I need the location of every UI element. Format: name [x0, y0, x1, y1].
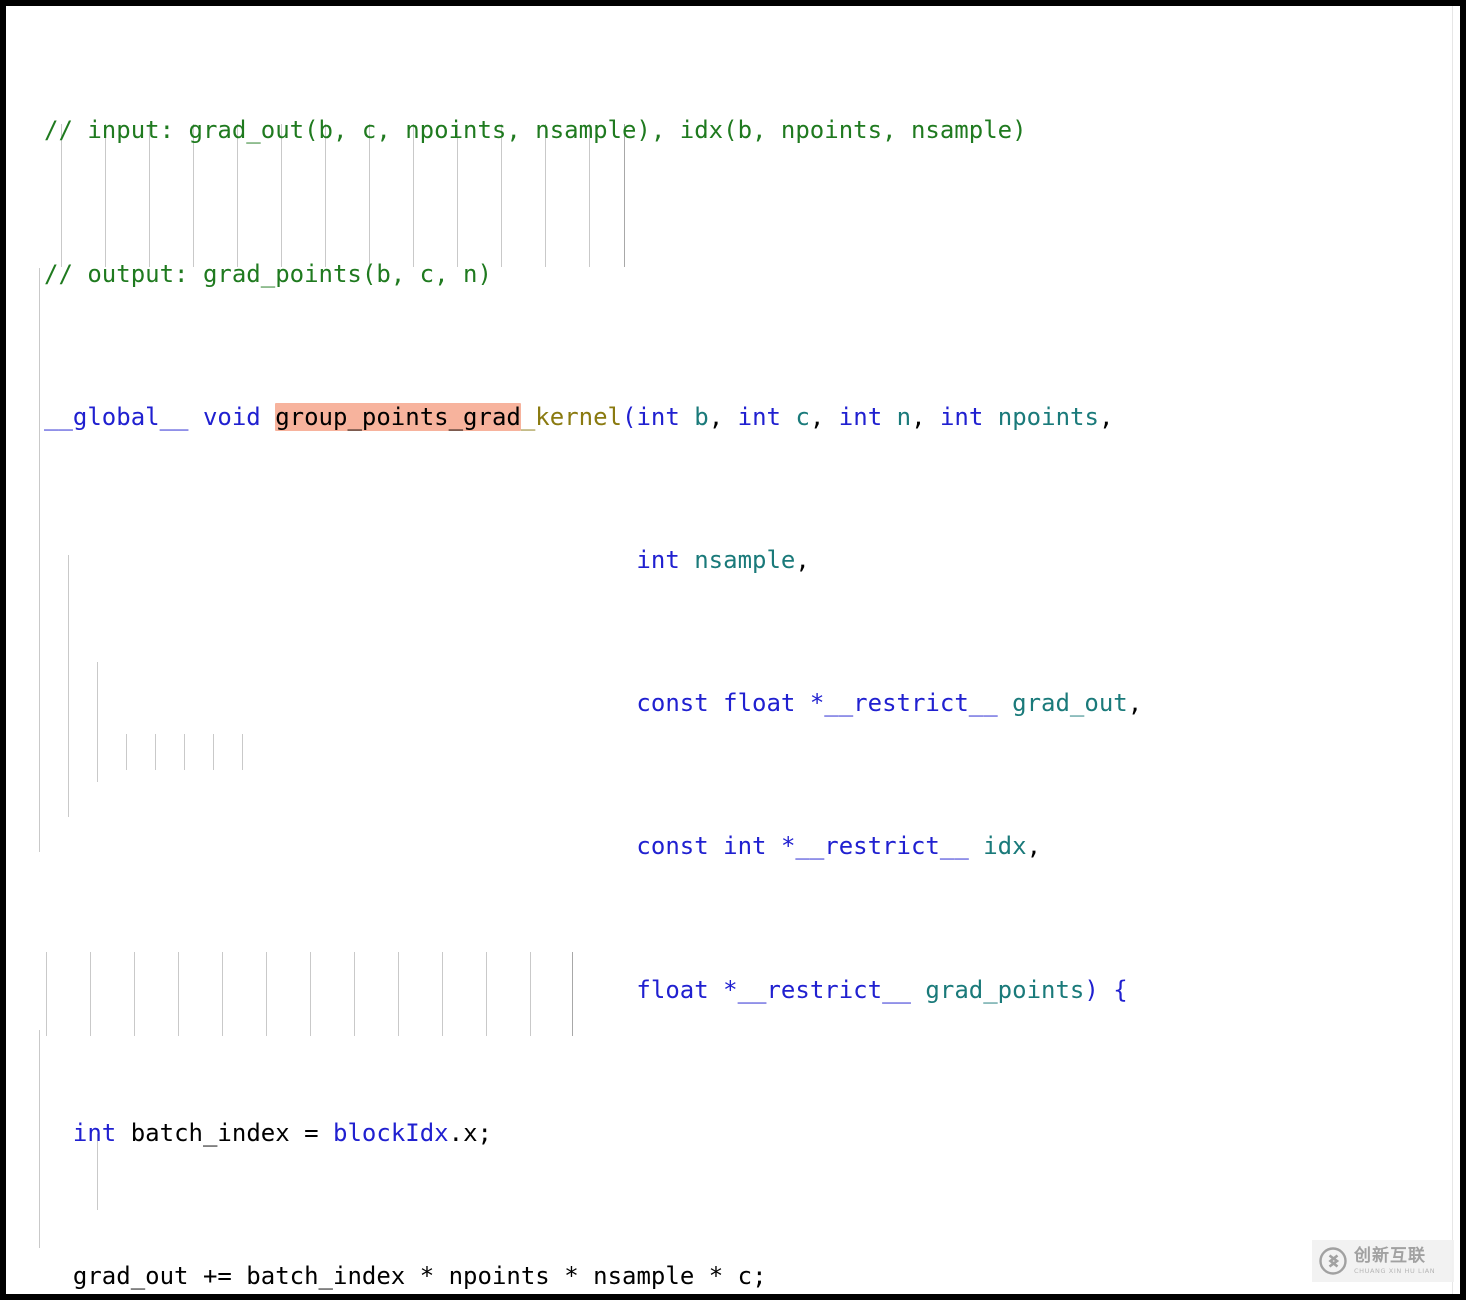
builtin-blockidx: blockIdx [333, 1118, 449, 1147]
ident-nsample: nsample [593, 1261, 695, 1290]
keyword-int: int [723, 832, 767, 861]
code-line[interactable]: int nsample, [6, 543, 1460, 579]
kernel-name-suffix: _kernel [520, 402, 622, 431]
code-line[interactable]: grad_out += batch_index * npoints * nsam… [6, 1259, 1460, 1294]
keyword-void: void [202, 402, 261, 431]
keyword-global: __global__ [44, 402, 189, 431]
keyword-const: const [636, 832, 709, 861]
watermark: 创新互联 CHUANG XIN HU LIAN [1312, 1240, 1454, 1282]
keyword-float: float [723, 689, 796, 718]
paren-open: ( [622, 402, 637, 431]
code-line[interactable]: __global__ void group_points_grad_kernel… [6, 400, 1460, 436]
keyword-const: const [636, 689, 709, 718]
code-line[interactable]: // output: grad_points(b, c, n) [6, 257, 1460, 293]
keyword-int: int [72, 1118, 117, 1147]
ident-npoints: npoints [448, 1261, 550, 1290]
param-npoints: npoints [997, 402, 1099, 431]
code-line[interactable]: int batch_index = blockIdx.x; [6, 1116, 1460, 1152]
keyword-int: int [636, 545, 680, 574]
comment-input: // input: grad_out(b, c, npoints, nsampl… [44, 116, 1027, 145]
paren-close: ) [1084, 975, 1099, 1004]
var-batch-index: batch_index [130, 1118, 290, 1147]
restrict-qualifier: *__restrict__ [723, 975, 911, 1004]
param-b: b [694, 402, 709, 431]
keyword-int: int [838, 402, 883, 431]
watermark-pinyin: CHUANG XIN HU LIAN [1354, 1266, 1436, 1275]
param-n: n [896, 402, 912, 431]
param-idx: idx [983, 832, 1027, 861]
ident-grad-out: grad_out [72, 1261, 189, 1290]
code-content[interactable]: // input: grad_out(b, c, npoints, nsampl… [6, 6, 1460, 1294]
keyword-int: int [939, 402, 984, 431]
brace-open: { [1113, 975, 1128, 1004]
comment-output: // output: grad_points(b, c, n) [44, 259, 492, 288]
code-line[interactable]: const int *__restrict__ idx, [6, 829, 1460, 865]
restrict-qualifier: *__restrict__ [780, 832, 969, 861]
param-nsample: nsample [694, 545, 796, 574]
keyword-int: int [636, 402, 680, 431]
param-grad-points: grad_points [925, 975, 1085, 1004]
ident-batch-index: batch_index [246, 1261, 406, 1290]
watermark-chinese: 创新互联 [1354, 1245, 1426, 1266]
code-line[interactable]: float *__restrict__ grad_points) { [6, 973, 1460, 1009]
keyword-float: float [636, 975, 709, 1004]
vertical-scrollbar[interactable] [1452, 6, 1460, 1294]
keyword-int: int [737, 402, 781, 431]
code-line[interactable]: // input: grad_out(b, c, npoints, nsampl… [6, 113, 1460, 149]
watermark-text: 创新互联 CHUANG XIN HU LIAN [1354, 1245, 1436, 1275]
code-editor[interactable]: // input: grad_out(b, c, npoints, nsampl… [6, 6, 1460, 1294]
param-c: c [795, 402, 810, 431]
restrict-qualifier: *__restrict__ [809, 689, 998, 718]
highlighted-symbol-occurrence[interactable]: group_points_grad [275, 402, 521, 431]
watermark-logo-icon [1318, 1246, 1348, 1276]
param-grad-out: grad_out [1012, 689, 1128, 718]
code-line[interactable]: const float *__restrict__ grad_out, [6, 686, 1460, 722]
